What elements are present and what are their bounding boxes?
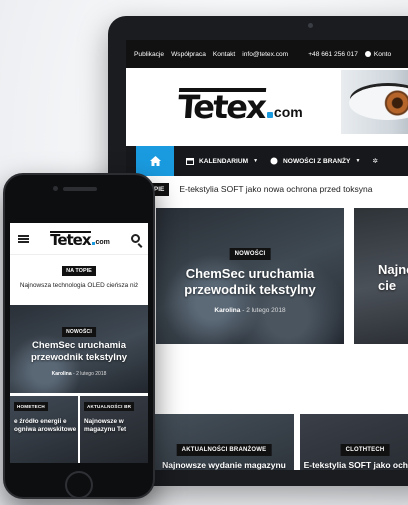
phone-camera (53, 186, 58, 191)
mobile-ticker: NA TOPIE Najnowsza technologia OLED cień… (10, 259, 148, 299)
ticker-headline[interactable]: E-tekstylia SOFT jako nowa ochrona przed… (179, 184, 372, 194)
phone-frame: Tetex com NA TOPIE Najnowsza technologia… (3, 173, 155, 499)
featured-article-bottom-1[interactable]: AKTUALNOŚCI BRANŻOWE Najnowsze wydanie m… (154, 414, 294, 470)
account-link[interactable]: Konto (364, 50, 392, 58)
nav-item-kalendarium[interactable]: KALENDARIUM ▼ (174, 157, 258, 165)
phone-screen: Tetex com NA TOPIE Najnowsza technologia… (10, 223, 148, 463)
logo-tld: com (273, 104, 303, 120)
laptop-camera (308, 23, 313, 28)
nav-item-label: KALENDARIUM (199, 157, 249, 165)
article-title[interactable]: ChemSec uruchamia przewodnik tekstylny (156, 266, 344, 298)
device-mockup-scene: Publikacje Współpraca Kontakt info@tetex… (0, 0, 408, 505)
article-category[interactable]: HOMETECH (14, 402, 48, 411)
site-logo[interactable]: Tetex com (176, 88, 303, 126)
logo-dot-icon (266, 112, 273, 118)
mobile-article-1[interactable]: HOMETECH e źródło energii e ogniwa arows… (10, 396, 78, 463)
topbar-link-publikacje[interactable]: Publikacje (134, 51, 164, 58)
phone-home-button[interactable] (65, 471, 93, 499)
hamburger-menu-icon[interactable] (18, 234, 29, 243)
article-category[interactable]: NOWOŚCI (229, 248, 271, 260)
nav-item-nowosci[interactable]: NOWOŚCI Z BRANŻY ▼ (258, 157, 360, 165)
mobile-featured-article[interactable]: NOWOŚCI ChemSec uruchamia przewodnik tek… (10, 305, 148, 393)
article-author[interactable]: Karolina (214, 307, 240, 314)
site-header: Tetex com (126, 68, 408, 146)
logo-brand: Tetex (176, 88, 267, 126)
globe-icon (270, 157, 278, 165)
user-icon (364, 51, 371, 57)
eye-image (349, 86, 408, 120)
article-title[interactable]: Najnowsze wydanie magazynu Tetex już jes… (154, 460, 294, 470)
article-title[interactable]: E-tekstylia SOFT jako ochrona przed toks… (300, 460, 408, 470)
phone-speaker (63, 187, 97, 191)
account-label: Konto (373, 50, 392, 58)
logo-tld: com (95, 238, 110, 246)
eye-ad-banner[interactable] (341, 70, 408, 134)
article-title[interactable]: e źródło energii e ogniwa arowskitowe (10, 418, 78, 434)
featured-article-bottom-2[interactable]: CLOTHTECH E-tekstylia SOFT jako ochrona … (300, 414, 408, 470)
article-title[interactable]: ChemSec uruchamia przewodnik tekstylny (10, 340, 148, 364)
article-category[interactable]: AKTUALNOŚCI BRANŻOWE (176, 444, 272, 456)
search-icon[interactable] (131, 234, 140, 243)
article-meta: Karolina - 2 lutego 2018 (214, 307, 286, 314)
featured-grid: NOWOŚCI ChemSec uruchamia przewodnik tek… (126, 202, 408, 470)
ticker-headline[interactable]: Najnowsza technologia OLED cieńsza niż (10, 282, 148, 289)
featured-article-main[interactable]: NOWOŚCI ChemSec uruchamia przewodnik tek… (156, 208, 344, 344)
article-meta: Karolina - 2 lutego 2018 (51, 371, 107, 377)
article-title[interactable]: Najnowsze w magazynu Tet (80, 418, 148, 434)
article-category[interactable]: NOWOŚCI (62, 327, 96, 337)
article-author[interactable]: Karolina (52, 371, 72, 377)
mobile-article-2[interactable]: AKTUALNOŚCI BR Najnowsze w magazynu Tet (80, 396, 148, 463)
article-date: 2 lutego 2018 (246, 307, 286, 314)
article-title[interactable]: Najno cie (354, 262, 408, 294)
article-date: 2 lutego 2018 (76, 371, 107, 377)
laptop-screen: Publikacje Współpraca Kontakt info@tetex… (126, 40, 408, 470)
topbar-phone[interactable]: +48 661 256 017 (308, 51, 358, 58)
top-bar: Publikacje Współpraca Kontakt info@tetex… (126, 40, 408, 68)
topbar-link-kontakt[interactable]: Kontakt (213, 51, 235, 58)
logo-dot-icon (91, 241, 95, 245)
nav-home-button[interactable] (136, 146, 174, 176)
mobile-logo[interactable]: Tetex com (50, 230, 110, 249)
home-icon (149, 156, 161, 166)
main-nav: KALENDARIUM ▼ NOWOŚCI Z BRANŻY ▼ ✲ (126, 146, 408, 176)
mobile-header: Tetex com (10, 223, 148, 255)
nav-item-more[interactable]: ✲ (360, 157, 378, 165)
news-ticker: NA TOPIE E-tekstylia SOFT jako nowa ochr… (126, 176, 408, 202)
article-category[interactable]: AKTUALNOŚCI BR (84, 402, 135, 411)
featured-article-right[interactable]: Najno cie (354, 208, 408, 344)
topbar-email[interactable]: info@tetex.com (242, 51, 288, 58)
ticker-badge: NA TOPIE (62, 266, 96, 276)
nav-item-label: NOWOŚCI Z BRANŻY (283, 157, 351, 165)
article-category[interactable]: CLOTHTECH (340, 444, 390, 456)
gear-icon: ✲ (372, 158, 378, 165)
calendar-icon (186, 158, 194, 165)
topbar-link-wspolpraca[interactable]: Współpraca (171, 51, 206, 58)
logo-brand: Tetex (50, 230, 92, 249)
